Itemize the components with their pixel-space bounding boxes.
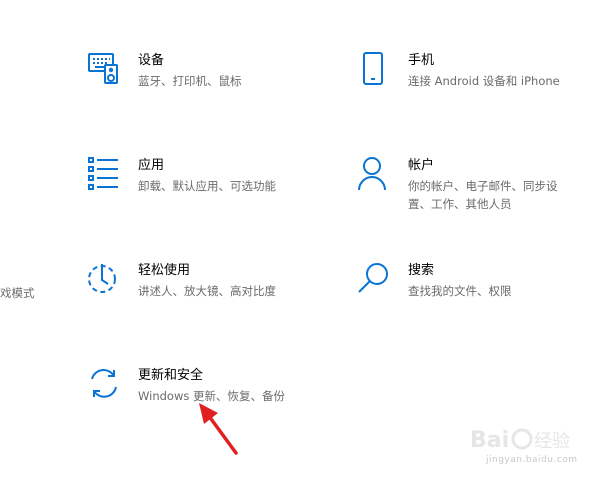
tile-devices[interactable]: 设备 蓝牙、打印机、鼠标 xyxy=(88,52,308,112)
sync-icon xyxy=(88,367,124,403)
tile-title: 帐户 xyxy=(408,158,435,173)
tile-description: 讲述人、放大镜、高对比度 xyxy=(138,284,276,298)
tile-ease-of-access[interactable]: 轻松使用 讲述人、放大镜、高对比度 xyxy=(88,262,308,322)
tile-title: 手机 xyxy=(408,53,435,68)
keyboard-speaker-icon xyxy=(88,52,124,88)
tile-accounts[interactable]: 帐户 你的帐户、电子邮件、同步设置、工作、其他人员 xyxy=(358,157,598,217)
ease-of-access-icon xyxy=(88,262,124,298)
tile-description: 连接 Android 设备和 iPhone xyxy=(408,74,560,88)
apps-list-icon xyxy=(88,157,124,193)
tile-phone[interactable]: 手机 连接 Android 设备和 iPhone xyxy=(358,52,598,112)
tile-description: 你的帐户、电子邮件、同步设置、工作、其他人员 xyxy=(408,179,558,211)
red-arrow-icon xyxy=(190,395,250,464)
cutoff-description: 戏模式 xyxy=(0,286,35,300)
tile-title: 应用 xyxy=(138,158,165,173)
tile-description: 蓝牙、打印机、鼠标 xyxy=(138,74,242,88)
search-icon xyxy=(358,262,394,298)
tile-title: 设备 xyxy=(138,53,165,68)
person-icon xyxy=(358,157,394,193)
tile-title: 轻松使用 xyxy=(138,263,191,278)
tile-title: 更新和安全 xyxy=(138,368,204,383)
tile-apps[interactable]: 应用 卸载、默认应用、可选功能 xyxy=(88,157,308,217)
watermark-url: jingyan.baidu.com xyxy=(486,455,578,465)
tile-title: 搜索 xyxy=(408,263,435,278)
watermark-logo: Bai 经验 xyxy=(470,423,590,459)
tile-search[interactable]: 搜索 查找我的文件、权限 xyxy=(358,262,598,322)
phone-icon xyxy=(358,52,394,88)
tile-description: 卸载、默认应用、可选功能 xyxy=(138,179,276,193)
tile-description: 查找我的文件、权限 xyxy=(408,284,512,298)
svg-text:Bai: Bai xyxy=(470,428,509,453)
svg-text:经验: 经验 xyxy=(534,431,570,452)
